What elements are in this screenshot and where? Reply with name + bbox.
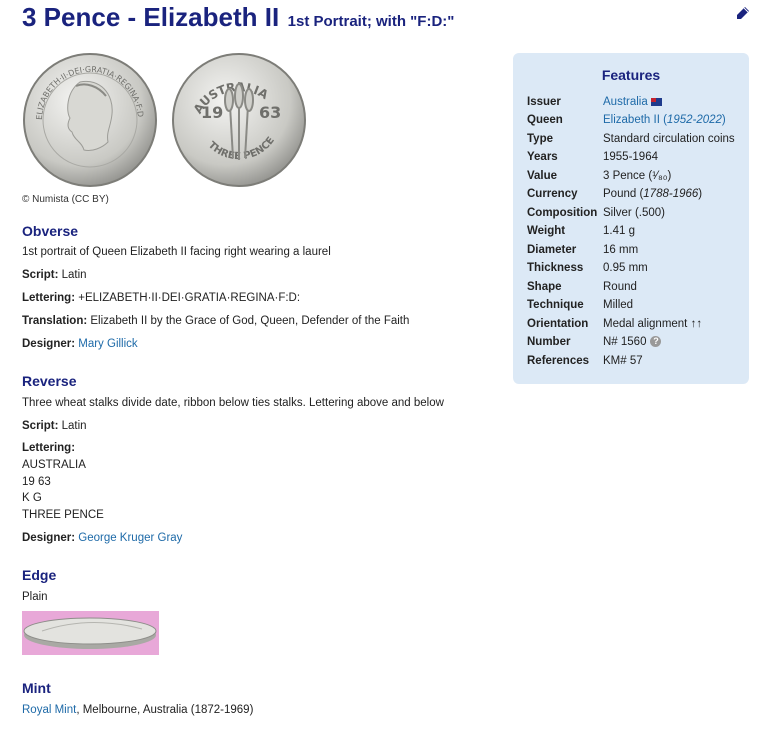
feature-key: Technique	[527, 299, 584, 311]
type-link[interactable]: Standard circulation coins	[603, 133, 735, 145]
obverse-lettering: Lettering: +ELIZABETH·II·DEI·GRATIA·REGI…	[22, 292, 300, 304]
feature-key: Years	[527, 151, 558, 163]
feature-key: Number	[527, 336, 571, 348]
feature-key: Value	[527, 170, 558, 182]
feature-value: Pound (1788-1966)	[603, 188, 703, 200]
feature-key: References	[527, 355, 590, 367]
feature-value: N# 1560?	[603, 336, 662, 348]
features-panel: Features Issuer Australia Queen Elizabet…	[513, 53, 749, 384]
feature-key: Queen	[527, 114, 563, 126]
feature-key: Issuer	[527, 96, 561, 108]
reverse-lettering-label: Lettering:	[22, 442, 76, 454]
feature-key: Composition	[527, 207, 598, 219]
reverse-lettering-line: AUSTRALIA	[22, 459, 86, 471]
obverse-designer-link[interactable]: Mary Gillick	[78, 338, 137, 350]
help-icon[interactable]: ?	[650, 336, 662, 348]
image-credit: © Numista (CC BY)	[22, 194, 109, 205]
feature-value: Silver (.500)	[603, 207, 665, 219]
page-header: 3 Pence - Elizabeth II 1st Portrait; wit…	[22, 2, 762, 38]
feature-key: Thickness	[527, 262, 584, 274]
obverse-script-label: Script:	[22, 269, 59, 281]
mint-heading: Mint	[22, 680, 51, 696]
reverse-script-value: Latin	[61, 420, 87, 432]
reverse-designer: Designer: George Kruger Gray	[22, 532, 182, 544]
obverse-coin-image[interactable]: ELIZABETH·II·DEI·GRATIA·REGINA·F:D	[22, 52, 158, 188]
obverse-designer: Designer: Mary Gillick	[22, 338, 138, 350]
feature-value: Medal alignment ↑↑	[603, 318, 703, 330]
obverse-translation-value: Elizabeth II by the Grace of God, Queen,…	[90, 315, 410, 327]
feature-value: 0.95 mm	[603, 262, 648, 274]
reverse-date-right: 63	[259, 103, 281, 122]
reverse-date-left: 19	[201, 103, 223, 122]
feature-value: 1.41 g	[603, 225, 635, 237]
edge-value: Plain	[22, 591, 48, 603]
mint-link[interactable]: Royal Mint	[22, 704, 76, 716]
obverse-designer-label: Designer:	[22, 338, 76, 350]
reverse-lettering-line: K G	[22, 492, 42, 504]
edit-pencil-icon[interactable]	[736, 6, 750, 20]
issuer-link[interactable]: Australia	[603, 96, 648, 108]
reverse-coin-image[interactable]: AUSTRALIA THREE PENCE 19 63	[171, 52, 307, 188]
feature-key: Orientation	[527, 318, 589, 330]
reverse-script-label: Script:	[22, 420, 59, 432]
feature-value: 16 mm	[603, 244, 639, 256]
feature-value: 3 Pence (¹⁄₈₀)	[603, 170, 672, 182]
reverse-lettering-line: 19 63	[22, 476, 51, 488]
reverse-designer-label: Designer:	[22, 532, 76, 544]
feature-key: Type	[527, 133, 553, 145]
australia-flag-icon	[650, 97, 662, 106]
obverse-script-value: Latin	[61, 269, 87, 281]
reverse-designer-link[interactable]: George Kruger Gray	[78, 532, 182, 544]
edge-image[interactable]	[22, 611, 159, 655]
queen-link[interactable]: Elizabeth II (1952-2022)	[603, 114, 726, 126]
reverse-script: Script: Latin	[22, 420, 87, 432]
obverse-lettering-value: +ELIZABETH·II·DEI·GRATIA·REGINA·F:D:	[78, 292, 301, 304]
obverse-heading: Obverse	[22, 223, 79, 239]
mint-line: Royal Mint, Melbourne, Australia (1872-1…	[22, 704, 253, 716]
obverse-translation: Translation: Elizabeth II by the Grace o…	[22, 315, 409, 327]
obverse-script: Script: Latin	[22, 269, 87, 281]
feature-value: Round	[603, 281, 637, 293]
reverse-lettering-line: THREE PENCE	[22, 509, 104, 521]
feature-key: Weight	[527, 225, 566, 237]
page-subtitle: 1st Portrait; with "F:D:"	[287, 13, 455, 30]
reverse-heading: Reverse	[22, 373, 77, 389]
feature-value: KM# 57	[603, 355, 643, 367]
feature-key: Currency	[527, 188, 578, 200]
obverse-description: 1st portrait of Queen Elizabeth II facin…	[22, 246, 331, 258]
feature-key: Shape	[527, 281, 562, 293]
technique-link[interactable]: Milled	[603, 299, 633, 311]
obverse-translation-label: Translation:	[22, 315, 88, 327]
feature-value: 1955-1964	[603, 151, 658, 163]
reverse-description: Three wheat stalks divide date, ribbon b…	[22, 397, 444, 409]
feature-key: Diameter	[527, 244, 577, 256]
page-title: 3 Pence - Elizabeth II	[22, 2, 280, 32]
features-heading: Features	[601, 67, 661, 83]
obverse-lettering-label: Lettering:	[22, 292, 76, 304]
edge-heading: Edge	[22, 567, 57, 583]
mint-location: , Melbourne, Australia (1872-1969)	[76, 704, 254, 716]
